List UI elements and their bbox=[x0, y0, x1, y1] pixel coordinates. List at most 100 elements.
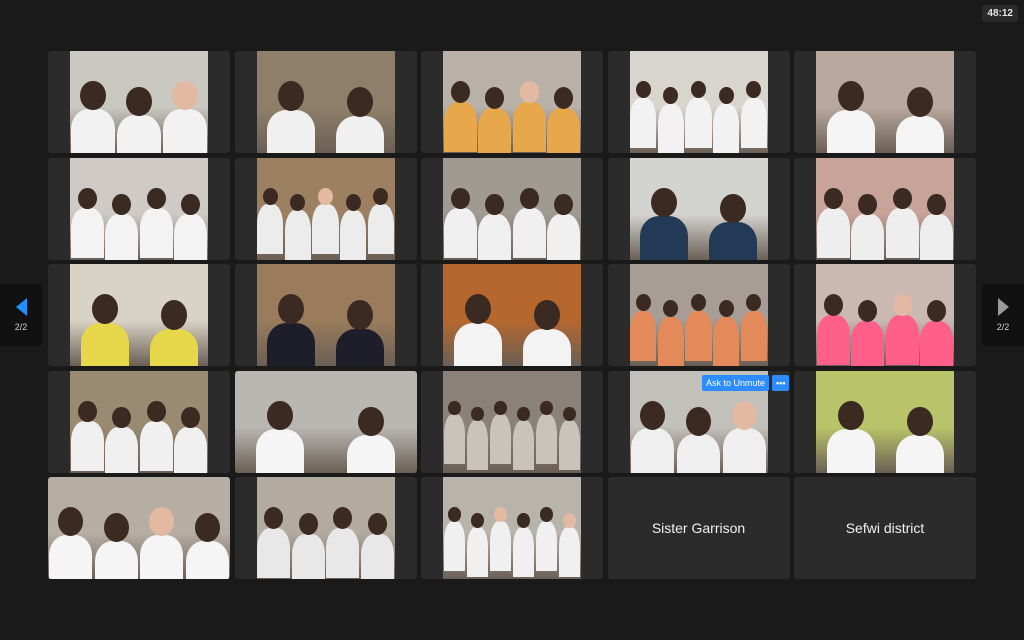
person-shirt bbox=[453, 322, 502, 366]
person-shirt bbox=[139, 208, 173, 259]
person-head bbox=[80, 81, 106, 111]
person-shirt bbox=[347, 435, 395, 473]
person-shirt bbox=[920, 320, 954, 366]
participant-video-tile[interactable] bbox=[794, 157, 976, 260]
participant-video-tile[interactable] bbox=[48, 51, 230, 153]
participant-video-tile[interactable] bbox=[607, 264, 790, 366]
participant-video-tile[interactable] bbox=[607, 51, 790, 153]
person-head bbox=[126, 87, 152, 117]
person-head bbox=[77, 187, 97, 210]
person-shirt bbox=[70, 208, 104, 259]
person-head bbox=[485, 193, 505, 216]
page-indicator-left: 2/2 bbox=[14, 322, 28, 332]
more-options-button[interactable]: ••• bbox=[772, 375, 790, 391]
participant-video-tile[interactable] bbox=[234, 157, 417, 260]
person-head bbox=[718, 87, 734, 105]
person-head bbox=[858, 300, 878, 322]
person-shirt bbox=[105, 214, 139, 260]
participant-video-tile[interactable] bbox=[607, 157, 790, 260]
participant-name-tile[interactable]: Sefwi district bbox=[794, 477, 976, 579]
participant-video-tile[interactable] bbox=[234, 264, 417, 366]
video-feed bbox=[816, 157, 954, 260]
person-head bbox=[160, 300, 187, 330]
participant-video-tile[interactable] bbox=[794, 370, 976, 473]
person-head bbox=[892, 187, 912, 210]
video-feed bbox=[48, 477, 230, 579]
person-shirt bbox=[826, 429, 875, 473]
person-shirt bbox=[826, 109, 875, 153]
participant-video-tile[interactable] bbox=[48, 157, 230, 260]
person-shirt bbox=[71, 108, 115, 153]
person-head bbox=[720, 193, 746, 224]
participant-video-tile[interactable] bbox=[48, 477, 230, 579]
person-head bbox=[639, 400, 666, 430]
participant-video-tile[interactable] bbox=[234, 477, 417, 579]
video-feed bbox=[816, 370, 954, 473]
person-head bbox=[519, 187, 539, 210]
participant-video-tile[interactable] bbox=[794, 51, 976, 153]
participant-video-tile[interactable] bbox=[421, 51, 603, 153]
participant-video-tile[interactable] bbox=[48, 264, 230, 366]
person-head bbox=[448, 400, 461, 416]
participant-video-tile[interactable] bbox=[421, 370, 603, 473]
person-head bbox=[519, 81, 539, 103]
person-head bbox=[837, 400, 864, 431]
person-shirt bbox=[851, 214, 885, 260]
participant-name-tile[interactable]: Sister Garrison bbox=[607, 477, 790, 579]
person-head bbox=[373, 187, 389, 205]
person-head bbox=[927, 193, 947, 216]
video-feed bbox=[443, 264, 581, 366]
person-shirt bbox=[257, 204, 284, 255]
person-shirt bbox=[312, 204, 339, 255]
person-shirt bbox=[489, 520, 512, 571]
person-shirt bbox=[740, 97, 767, 148]
person-head bbox=[103, 513, 129, 542]
person-shirt bbox=[80, 322, 129, 366]
person-head bbox=[540, 400, 553, 416]
person-shirt bbox=[336, 115, 384, 153]
person-shirt bbox=[885, 208, 919, 259]
participant-video-tile[interactable] bbox=[234, 370, 417, 473]
person-head bbox=[181, 406, 201, 429]
person-shirt bbox=[851, 320, 885, 366]
person-head bbox=[563, 513, 576, 528]
video-feed bbox=[256, 264, 395, 366]
ask-to-unmute-group: Ask to Unmute ••• bbox=[702, 375, 790, 391]
person-shirt bbox=[291, 533, 325, 579]
participant-video-tile[interactable] bbox=[234, 51, 417, 153]
participant-video-tile[interactable] bbox=[48, 370, 230, 473]
person-head bbox=[540, 507, 553, 522]
person-head bbox=[264, 507, 284, 529]
person-head bbox=[181, 193, 201, 216]
chevron-right-icon bbox=[997, 298, 1009, 316]
person-head bbox=[290, 193, 306, 211]
next-page-button[interactable]: 2/2 bbox=[982, 284, 1024, 346]
video-feed bbox=[256, 51, 395, 153]
person-shirt bbox=[885, 314, 919, 365]
person-shirt bbox=[512, 526, 535, 577]
person-shirt bbox=[105, 427, 139, 473]
person-head bbox=[278, 294, 304, 324]
ask-to-unmute-button[interactable]: Ask to Unmute bbox=[702, 375, 770, 391]
person-shirt bbox=[712, 316, 740, 366]
person-head bbox=[635, 294, 651, 312]
person-shirt bbox=[174, 427, 208, 473]
previous-page-button[interactable]: 2/2 bbox=[0, 284, 42, 346]
participant-video-tile[interactable] bbox=[421, 477, 603, 579]
person-shirt bbox=[657, 316, 684, 366]
person-head bbox=[690, 81, 707, 99]
participant-video-tile[interactable] bbox=[421, 157, 603, 260]
person-shirt bbox=[709, 222, 757, 260]
person-shirt bbox=[163, 108, 207, 153]
person-head bbox=[347, 87, 373, 117]
person-shirt bbox=[640, 216, 688, 260]
person-head bbox=[448, 507, 461, 522]
person-shirt bbox=[676, 434, 721, 473]
person-shirt bbox=[895, 115, 944, 153]
person-head bbox=[663, 87, 679, 105]
video-feed bbox=[234, 370, 417, 473]
participant-video-tile[interactable] bbox=[421, 264, 603, 366]
person-head bbox=[333, 507, 353, 529]
video-feed bbox=[70, 264, 208, 366]
participant-video-tile[interactable] bbox=[794, 264, 976, 366]
